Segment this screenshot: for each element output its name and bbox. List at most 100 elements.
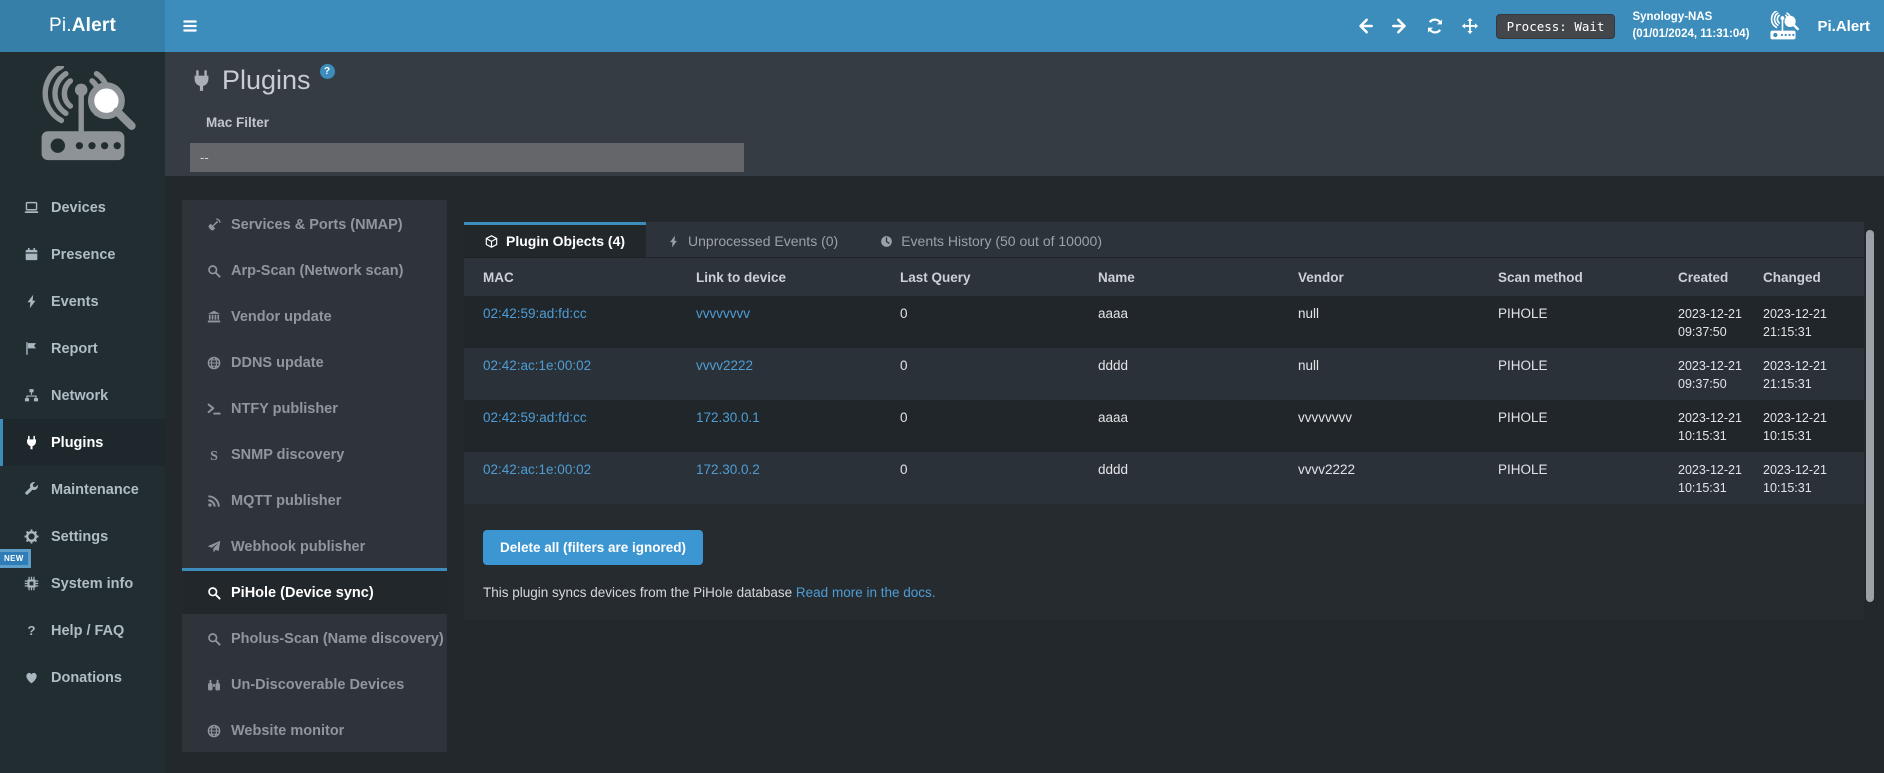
search-icon xyxy=(205,632,222,646)
vertical-scrollbar[interactable] xyxy=(1866,230,1874,602)
plugin-item-mqtt-publisher[interactable]: MQTT publisher xyxy=(182,476,447,522)
device-link[interactable]: vvvv2222 xyxy=(696,357,900,400)
clock-icon xyxy=(880,235,893,248)
changed-cell: 2023-12-2110:15:31 xyxy=(1763,409,1845,452)
plugin-item-vendor-update[interactable]: Vendor update xyxy=(182,292,447,338)
read-docs-link[interactable]: Read more in the docs. xyxy=(796,585,936,600)
binoculars-icon xyxy=(205,678,222,692)
tab-events-history[interactable]: Events History (50 out of 10000) xyxy=(859,222,1123,257)
plugin-item-pholus-scan[interactable]: Pholus-Scan (Name discovery) xyxy=(182,614,447,660)
main-content: Plugins ? Mac Filter Services & Ports (N… xyxy=(165,52,1884,773)
mac-link[interactable]: 02:42:ac:1e:00:02 xyxy=(483,461,696,504)
sidebar-item-donations[interactable]: Donations xyxy=(0,654,165,701)
vendor-cell: vvvvvvvv xyxy=(1298,409,1498,452)
plugin-objects-table: MAC Link to device Last Query Name Vendo… xyxy=(464,258,1864,504)
tab-bar: Plugin Objects (4) Unprocessed Events (0… xyxy=(464,222,1864,258)
top-bar: Pi.Alert Process: Wait Synology-NAS (01/… xyxy=(0,0,1884,52)
mac-link[interactable]: 02:42:59:ad:fd:cc xyxy=(483,409,696,452)
back-arrow-icon[interactable] xyxy=(1356,17,1374,35)
scan-method-cell: PIHOLE xyxy=(1498,409,1678,452)
satellite-dish-icon xyxy=(205,218,222,232)
bolt-icon xyxy=(22,294,40,309)
pialert-logo-icon xyxy=(1766,11,1800,41)
delete-all-button[interactable]: Delete all (filters are ignored) xyxy=(483,530,703,565)
paper-plane-icon xyxy=(205,540,222,554)
heart-icon xyxy=(22,670,40,685)
last-query-cell: 0 xyxy=(900,409,1098,452)
scan-method-cell: PIHOLE xyxy=(1498,461,1678,504)
terminal-icon xyxy=(205,402,222,416)
sidebar-item-devices[interactable]: Devices xyxy=(0,184,165,231)
changed-cell: 2023-12-2121:15:31 xyxy=(1763,305,1845,348)
plugin-description: This plugin syncs devices from the PiHol… xyxy=(483,585,1845,600)
plugin-item-snmp-discovery[interactable]: SSNMP discovery xyxy=(182,430,447,476)
help-badge[interactable]: ? xyxy=(320,64,335,79)
name-cell: aaaa xyxy=(1098,305,1298,348)
tab-unprocessed-events[interactable]: Unprocessed Events (0) xyxy=(646,222,859,257)
svg-text:?: ? xyxy=(27,623,35,638)
sidebar-item-network[interactable]: Network xyxy=(0,372,165,419)
process-status-badge: Process: Wait xyxy=(1496,14,1616,39)
globe-icon xyxy=(205,724,222,738)
plugin-item-arp-scan[interactable]: Arp-Scan (Network scan) xyxy=(182,246,447,292)
plugin-item-ntfy-publisher[interactable]: NTFY publisher xyxy=(182,384,447,430)
search-icon xyxy=(205,264,222,278)
rss-icon xyxy=(205,494,222,508)
plug-title-icon xyxy=(190,69,213,97)
name-cell: dddd xyxy=(1098,461,1298,504)
page-title: Plugins xyxy=(222,60,311,100)
tab-plugin-objects[interactable]: Plugin Objects (4) xyxy=(464,222,646,257)
mac-link[interactable]: 02:42:ac:1e:00:02 xyxy=(483,357,696,400)
name-cell: dddd xyxy=(1098,357,1298,400)
pialert-router-logo xyxy=(29,66,137,166)
brand-logo: Pi.Alert xyxy=(0,0,165,52)
plugin-item-pihole-device-sync[interactable]: PiHole (Device sync) xyxy=(182,568,447,614)
sidebar-toggle-icon[interactable] xyxy=(181,17,199,35)
device-link[interactable]: 172.30.0.1 xyxy=(696,409,900,452)
sidebar-item-presence[interactable]: Presence xyxy=(0,231,165,278)
sidebar-item-events[interactable]: Events xyxy=(0,278,165,325)
chip-icon xyxy=(22,576,40,591)
calendar-icon xyxy=(22,247,40,262)
plugin-item-undiscoverable-devices[interactable]: Un-Discoverable Devices xyxy=(182,660,447,706)
bolt-icon xyxy=(667,235,680,248)
table-header-row: MAC Link to device Last Query Name Vendo… xyxy=(464,258,1864,296)
refresh-icon[interactable] xyxy=(1426,17,1444,35)
created-cell: 2023-12-2109:37:50 xyxy=(1678,305,1763,348)
sidebar-item-maintenance[interactable]: Maintenance xyxy=(0,466,165,513)
last-query-cell: 0 xyxy=(900,461,1098,504)
plugin-item-ddns-update[interactable]: DDNS update xyxy=(182,338,447,384)
mac-link[interactable]: 02:42:59:ad:fd:cc xyxy=(483,305,696,348)
sidebar-item-report[interactable]: Report xyxy=(0,325,165,372)
sidebar-nav: Devices Presence Events Report Network P… xyxy=(0,184,165,701)
vendor-cell: null xyxy=(1298,357,1498,400)
new-feature-badge: NEW xyxy=(0,549,31,568)
table-row: 02:42:ac:1e:00:02 172.30.0.2 0 dddd vvvv… xyxy=(464,452,1864,504)
host-info: Synology-NAS (01/01/2024, 11:31:04) xyxy=(1632,9,1749,42)
mac-filter-input[interactable] xyxy=(190,143,744,172)
gear-icon xyxy=(22,529,40,544)
mac-filter-label: Mac Filter xyxy=(206,115,269,130)
cube-icon xyxy=(485,235,498,248)
device-link[interactable]: 172.30.0.2 xyxy=(696,461,900,504)
forward-arrow-icon[interactable] xyxy=(1391,17,1409,35)
plugin-item-webhook-publisher[interactable]: Webhook publisher xyxy=(182,522,447,568)
move-fullscreen-icon[interactable] xyxy=(1461,17,1479,35)
scan-method-cell: PIHOLE xyxy=(1498,357,1678,400)
brand-text: Pi.Alert xyxy=(49,15,116,37)
sidebar: Devices Presence Events Report Network P… xyxy=(0,52,165,773)
plugin-item-services-ports[interactable]: Services & Ports (NMAP) xyxy=(182,200,447,246)
device-link[interactable]: vvvvvvvv xyxy=(696,305,900,348)
table-row: 02:42:59:ad:fd:cc 172.30.0.1 0 aaaa vvvv… xyxy=(464,400,1864,452)
created-cell: 2023-12-2110:15:31 xyxy=(1678,409,1763,452)
bank-icon xyxy=(205,310,222,324)
sidebar-item-help-faq[interactable]: ?Help / FAQ xyxy=(0,607,165,654)
host-time: (01/01/2024, 11:31:04) xyxy=(1632,26,1749,43)
name-cell: aaaa xyxy=(1098,409,1298,452)
created-cell: 2023-12-2110:15:31 xyxy=(1678,461,1763,504)
vendor-cell: null xyxy=(1298,305,1498,348)
table-row: 02:42:59:ad:fd:cc vvvvvvvv 0 aaaa null P… xyxy=(464,296,1864,348)
plugin-item-website-monitor[interactable]: Website monitor xyxy=(182,706,447,752)
sidebar-item-plugins[interactable]: Plugins xyxy=(0,419,165,466)
globe-icon xyxy=(205,356,222,370)
